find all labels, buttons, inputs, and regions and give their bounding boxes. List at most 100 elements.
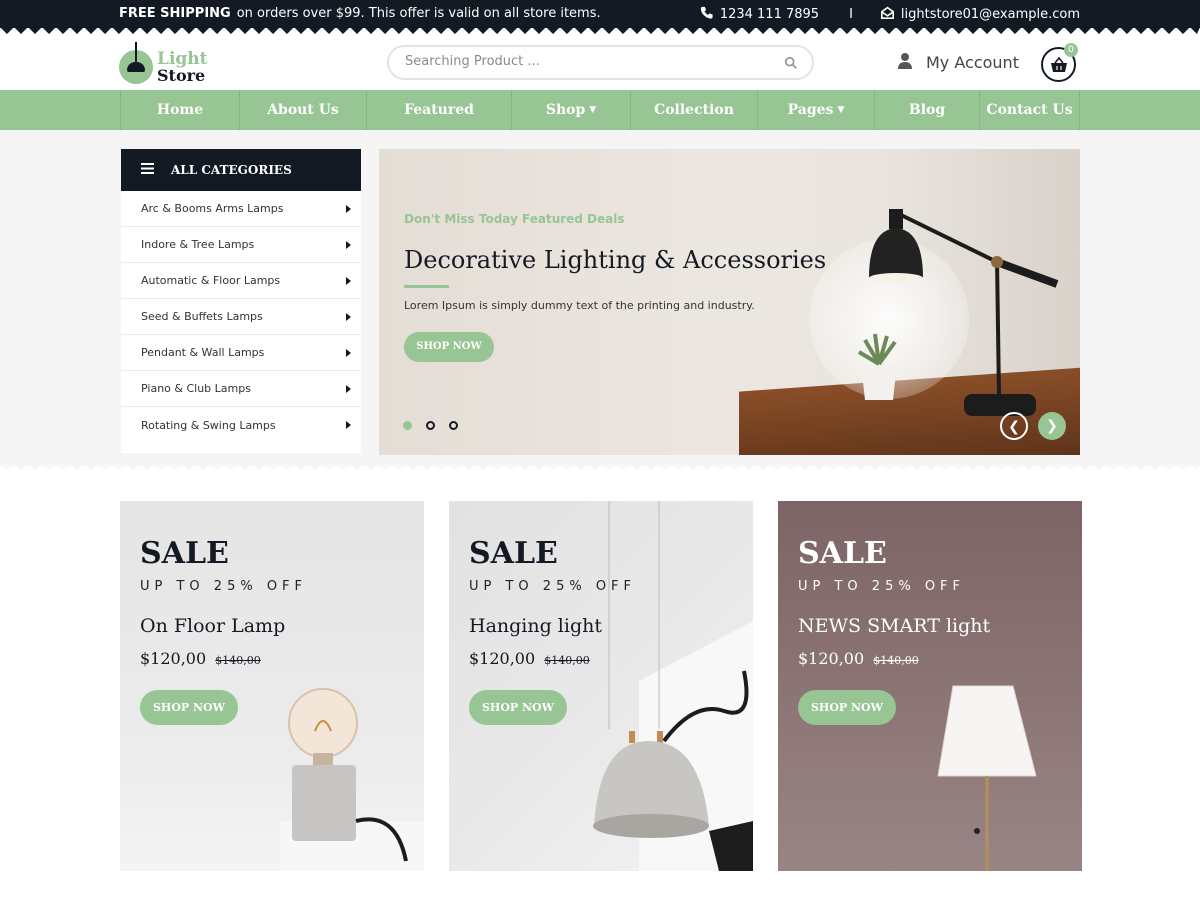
- nav-item-featured[interactable]: Featured: [366, 90, 511, 130]
- category-item[interactable]: Piano & Club Lamps: [121, 371, 361, 407]
- zigzag-divider-bottom: [0, 462, 1200, 470]
- banner-shop-now-button[interactable]: SHOP NOW: [469, 690, 567, 725]
- slide-shop-now-button[interactable]: SHOP NOW: [404, 332, 494, 362]
- nav-item-label: Collection: [654, 102, 734, 118]
- slider-prev-button[interactable]: ❮: [1000, 412, 1028, 440]
- bulb-lamp-image: [280, 688, 424, 871]
- banner-discount: UP TO 25% OFF: [798, 579, 966, 594]
- shade-lamp-image: [937, 685, 1037, 871]
- my-account-link[interactable]: My Account: [897, 52, 1019, 73]
- banner-sale-heading: SALE: [469, 536, 558, 571]
- cart-button[interactable]: 0: [1041, 43, 1078, 82]
- banner-shop-now-button[interactable]: SHOP NOW: [140, 690, 238, 725]
- phone-number[interactable]: 1234 111 7895: [720, 7, 819, 22]
- banner-current-price: $120,00: [140, 649, 207, 668]
- slide-title: Decorative Lighting & Accessories: [404, 246, 827, 274]
- category-item[interactable]: Automatic & Floor Lamps: [121, 263, 361, 299]
- banner-product-name: NEWS SMART light: [798, 615, 991, 637]
- banner-shop-now-button[interactable]: SHOP NOW: [798, 690, 896, 725]
- nav-item-pages[interactable]: Pages ▼: [757, 90, 874, 130]
- banner-current-price: $120,00: [469, 649, 536, 668]
- slider-dot[interactable]: [426, 421, 435, 430]
- category-item[interactable]: Rotating & Swing Lamps: [121, 407, 361, 443]
- chevron-left-icon: ❮: [1008, 419, 1020, 435]
- caret-right-icon: [346, 384, 351, 393]
- site-logo[interactable]: Light Store: [119, 42, 214, 84]
- banner-price: $120,00 $140,00: [469, 649, 590, 668]
- banner-discount: UP TO 25% OFF: [140, 579, 308, 594]
- category-item-label: Seed & Buffets Lamps: [141, 310, 263, 323]
- category-item-label: Piano & Club Lamps: [141, 382, 251, 395]
- category-item-label: Rotating & Swing Lamps: [141, 418, 276, 432]
- search-icon[interactable]: [784, 55, 798, 74]
- nav-item-label: About Us: [267, 102, 339, 118]
- category-item[interactable]: Pendant & Wall Lamps: [121, 335, 361, 371]
- basket-icon: [1050, 56, 1068, 77]
- category-item-label: Indore & Tree Lamps: [141, 238, 255, 251]
- promo-banner-floor-lamp: SALE UP TO 25% OFF On Floor Lamp $120,00…: [120, 501, 424, 871]
- nav-item-collection[interactable]: Collection: [630, 90, 757, 130]
- promo-banner-hanging-light: SALE UP TO 25% OFF Hanging light $120,00…: [449, 501, 753, 871]
- nav-item-about-us[interactable]: About Us: [239, 90, 366, 130]
- nav-item-blog[interactable]: Blog: [874, 90, 979, 130]
- nav-item-contact-us[interactable]: Contact Us: [979, 90, 1080, 130]
- desk-lamp-image: [857, 209, 1059, 416]
- contact-separator: I: [849, 7, 853, 22]
- nav-item-label: Featured: [404, 102, 474, 118]
- nav-item-shop[interactable]: Shop ▼: [511, 90, 630, 130]
- contact-info: 1234 111 7895 I lightstore01@example.com: [700, 6, 1080, 23]
- my-account-label: My Account: [926, 53, 1019, 72]
- banner-old-price: $140,00: [873, 654, 919, 667]
- lamp-icon: [127, 62, 145, 72]
- chevron-right-icon: ❯: [1046, 418, 1058, 434]
- banner-sale-heading: SALE: [140, 536, 229, 571]
- shipping-notice-bold: FREE SHIPPING: [119, 6, 231, 21]
- slider-dot[interactable]: [449, 421, 458, 430]
- caret-right-icon: [346, 240, 351, 249]
- top-announcement-bar: FREE SHIPPING on orders over $99. This of…: [0, 0, 1200, 28]
- slide-description: Lorem Ipsum is simply dummy text of the …: [404, 299, 755, 312]
- category-item[interactable]: Indore & Tree Lamps: [121, 227, 361, 263]
- promo-banner-smart-light: SALE UP TO 25% OFF NEWS SMART light $120…: [778, 501, 1082, 871]
- banner-sale-heading: SALE: [798, 536, 887, 571]
- nav-item-label: Home: [156, 102, 204, 118]
- slider-pagination: [403, 421, 472, 430]
- banner-old-price: $140,00: [544, 654, 590, 667]
- search-input[interactable]: [405, 54, 765, 69]
- slide-title-underline: [404, 285, 449, 288]
- banner-old-price: $140,00: [215, 654, 261, 667]
- banner-product-name: Hanging light: [469, 615, 602, 637]
- cart-count-badge: 0: [1064, 43, 1078, 57]
- chevron-down-icon: ▼: [589, 105, 597, 115]
- envelope-open-icon: [880, 6, 894, 23]
- main-navigation: Home About Us Featured Shop ▼ Collection …: [0, 90, 1200, 130]
- banner-discount: UP TO 25% OFF: [469, 579, 637, 594]
- logo-lamp-wire: [135, 42, 137, 62]
- nav-item-home[interactable]: Home: [120, 90, 239, 130]
- banner-price: $120,00 $140,00: [798, 649, 919, 668]
- caret-right-icon: [346, 204, 351, 213]
- hero-slider: Don't Miss Today Featured Deals Decorati…: [379, 149, 1080, 455]
- slider-dot[interactable]: [403, 421, 412, 430]
- category-menu: ALL CATEGORIES Arc & Booms Arms Lamps In…: [121, 149, 361, 453]
- user-icon: [897, 52, 913, 73]
- email-address[interactable]: lightstore01@example.com: [901, 7, 1080, 22]
- banner-product-name: On Floor Lamp: [140, 615, 286, 637]
- nav-item-label: Blog: [908, 102, 946, 118]
- caret-right-icon: [346, 276, 351, 285]
- banner-price: $120,00 $140,00: [140, 649, 261, 668]
- category-item-label: Arc & Booms Arms Lamps: [141, 202, 284, 215]
- caret-right-icon: [346, 348, 351, 357]
- category-item[interactable]: Seed & Buffets Lamps: [121, 299, 361, 335]
- caret-right-icon: [346, 421, 351, 429]
- shipping-notice-text: on orders over $99. This offer is valid …: [236, 6, 601, 21]
- slider-next-button[interactable]: ❯: [1038, 412, 1066, 440]
- banner-current-price: $120,00: [798, 649, 865, 668]
- category-item[interactable]: Arc & Booms Arms Lamps: [121, 191, 361, 227]
- zigzag-divider: [0, 27, 1200, 34]
- shipping-notice: FREE SHIPPING on orders over $99. This of…: [119, 6, 601, 21]
- category-menu-header[interactable]: ALL CATEGORIES: [121, 149, 361, 191]
- category-menu-title: ALL CATEGORIES: [171, 163, 292, 177]
- nav-item-label: Pages: [787, 102, 834, 118]
- search-box: [387, 45, 814, 80]
